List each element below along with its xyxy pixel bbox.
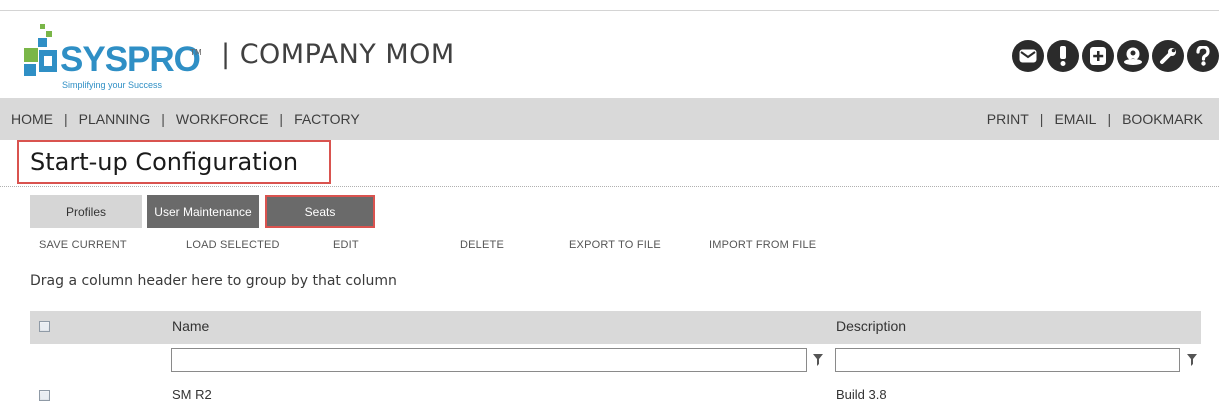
nav-separator: |: [161, 111, 165, 127]
name-filter-icon[interactable]: [813, 354, 823, 366]
help-icon[interactable]: [1187, 40, 1219, 72]
group-by-drop-zone[interactable]: Drag a column header here to group by th…: [30, 273, 397, 289]
load-selected-button[interactable]: LOAD SELECTED: [186, 239, 280, 251]
header-icon-bar: [1012, 40, 1219, 74]
logo-tagline: Simplifying your Success: [62, 80, 163, 90]
row-checkbox[interactable]: [39, 390, 50, 401]
nav-separator: |: [64, 111, 68, 127]
description-filter-input[interactable]: [835, 348, 1180, 372]
syspro-wordmark: SYSPRO: [60, 40, 201, 79]
add-document-icon[interactable]: [1082, 40, 1114, 72]
nav-home[interactable]: HOME: [11, 111, 53, 127]
row-name-cell: SM R2: [172, 387, 212, 402]
syspro-logo[interactable]: SYSPRO TM Simplifying your Success: [20, 18, 206, 90]
nav-utility: PRINT | EMAIL | BOOKMARK: [987, 98, 1203, 140]
save-current-button[interactable]: SAVE CURRENT: [39, 239, 127, 251]
nav-print[interactable]: PRINT: [987, 111, 1029, 127]
nav-workforce[interactable]: WORKFORCE: [176, 111, 269, 127]
main-nav-bar: HOME | PLANNING | WORKFORCE | FACTORY PR…: [0, 98, 1219, 140]
export-to-file-button[interactable]: EXPORT TO FILE: [569, 239, 661, 251]
description-filter-icon[interactable]: [1187, 354, 1197, 366]
nav-factory[interactable]: FACTORY: [294, 111, 360, 127]
app-title-text: COMPANY MOM: [239, 39, 455, 70]
nav-email[interactable]: EMAIL: [1054, 111, 1096, 127]
tab-seats[interactable]: Seats: [265, 195, 375, 228]
nav-primary: HOME | PLANNING | WORKFORCE | FACTORY: [11, 98, 360, 140]
syspro-logo-mark: [24, 24, 57, 76]
top-divider: [0, 10, 1219, 11]
title-divider: [0, 186, 1219, 187]
nav-bookmark[interactable]: BOOKMARK: [1122, 111, 1203, 127]
wrench-icon[interactable]: [1152, 40, 1184, 72]
app-title: | COMPANY MOM: [221, 39, 455, 70]
alert-icon[interactable]: [1047, 40, 1079, 72]
edit-button[interactable]: EDIT: [333, 239, 359, 251]
delete-button[interactable]: DELETE: [460, 239, 504, 251]
tab-user-maintenance[interactable]: User Maintenance: [147, 195, 259, 228]
name-filter-input[interactable]: [171, 348, 807, 372]
page-title: Start-up Configuration: [30, 148, 299, 176]
nav-planning[interactable]: PLANNING: [79, 111, 151, 127]
nav-separator: |: [1107, 111, 1112, 127]
row-description-cell: Build 3.8: [836, 387, 887, 402]
user-icon[interactable]: [1117, 40, 1149, 72]
column-header-description[interactable]: Description: [836, 318, 906, 334]
mail-icon[interactable]: [1012, 40, 1044, 72]
column-header-name[interactable]: Name: [172, 318, 209, 334]
select-all-checkbox[interactable]: [39, 321, 50, 332]
import-from-file-button[interactable]: IMPORT FROM FILE: [709, 239, 816, 251]
nav-separator: |: [1039, 111, 1044, 127]
tab-profiles[interactable]: Profiles: [30, 195, 142, 228]
trademark-mark: TM: [190, 48, 202, 57]
nav-separator: |: [279, 111, 284, 127]
